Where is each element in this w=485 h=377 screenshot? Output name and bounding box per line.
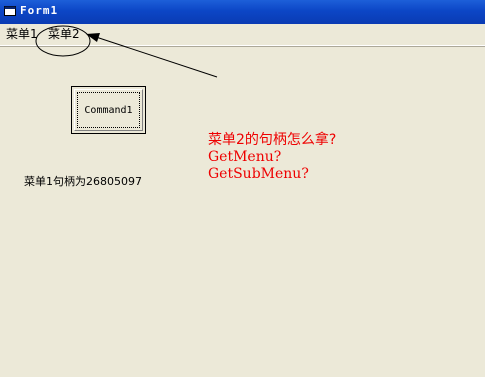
menu-item-1[interactable]: 菜单1 xyxy=(4,26,40,43)
handle-label: 菜单1句柄为26805097 xyxy=(24,175,142,188)
annotation-line-2: GetMenu? xyxy=(208,149,282,165)
menu-bar: 菜单1 菜单2 xyxy=(0,24,485,46)
annotation-note: 菜单2的句柄怎么拿? GetMenu? GetSubMenu? xyxy=(208,132,336,183)
command1-button[interactable]: Command1 xyxy=(71,86,146,134)
annotation-line-1: 菜单2的句柄怎么拿? xyxy=(208,132,337,148)
command1-label: Command1 xyxy=(84,104,133,116)
window-titlebar[interactable]: Form1 xyxy=(0,0,485,25)
window-title: Form1 xyxy=(20,4,59,17)
menu-item-2[interactable]: 菜单2 xyxy=(46,26,82,43)
form-icon xyxy=(4,6,16,16)
annotation-line-3: GetSubMenu? xyxy=(208,166,309,182)
